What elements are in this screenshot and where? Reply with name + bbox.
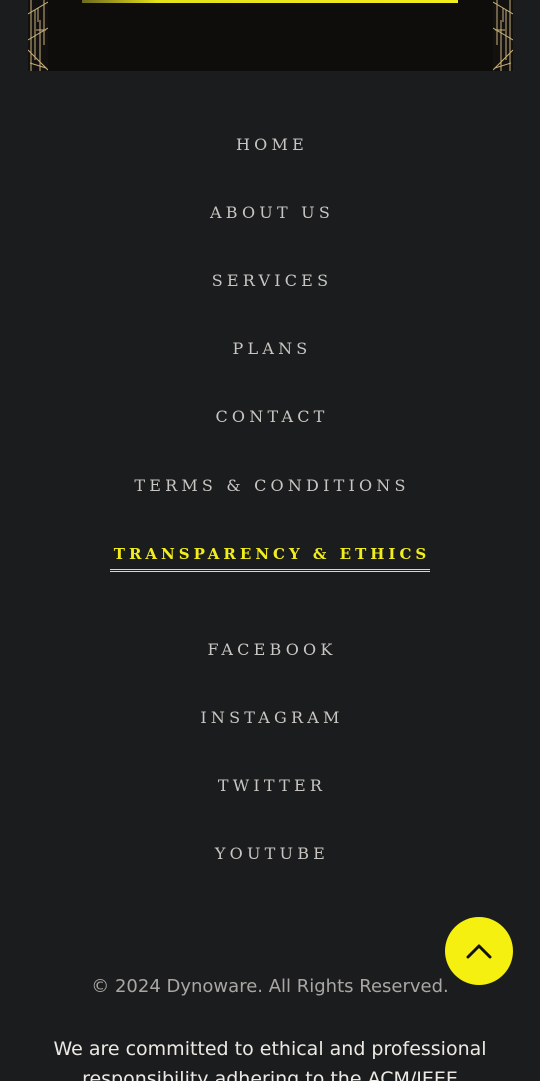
ethics-statement: We are committed to ethical and professi…: [53, 1038, 487, 1081]
nav-link-plans[interactable]: PLANS: [0, 338, 540, 360]
copyright-text: © 2024 Dynoware. All Rights Reserved.: [91, 976, 449, 997]
chevron-up-icon: [466, 944, 492, 959]
nav-link-transparency-ethics[interactable]: TRANSPARENCY & ETHICS: [0, 543, 540, 572]
nav-link-home[interactable]: HOME: [0, 134, 540, 156]
art-deco-ornament-icon: [493, 0, 513, 71]
accent-line: [82, 0, 458, 3]
decorative-banner: [28, 0, 513, 71]
nav-link-contact[interactable]: CONTACT: [0, 406, 540, 428]
art-deco-ornament-icon: [28, 0, 48, 71]
social-link-facebook[interactable]: FACEBOOK: [0, 639, 540, 661]
social-link-twitter[interactable]: TWITTER: [0, 775, 540, 797]
footer-menu-page: HOME ABOUT US SERVICES PLANS CONTACT TER…: [0, 0, 540, 1081]
social-link-youtube[interactable]: YOUTUBE: [0, 843, 540, 865]
nav-link-about-us[interactable]: ABOUT US: [0, 202, 540, 224]
nav-link-terms-conditions[interactable]: TERMS & CONDITIONS: [0, 475, 540, 497]
social-link-instagram[interactable]: INSTAGRAM: [0, 707, 540, 729]
nav-link-services[interactable]: SERVICES: [0, 270, 540, 292]
